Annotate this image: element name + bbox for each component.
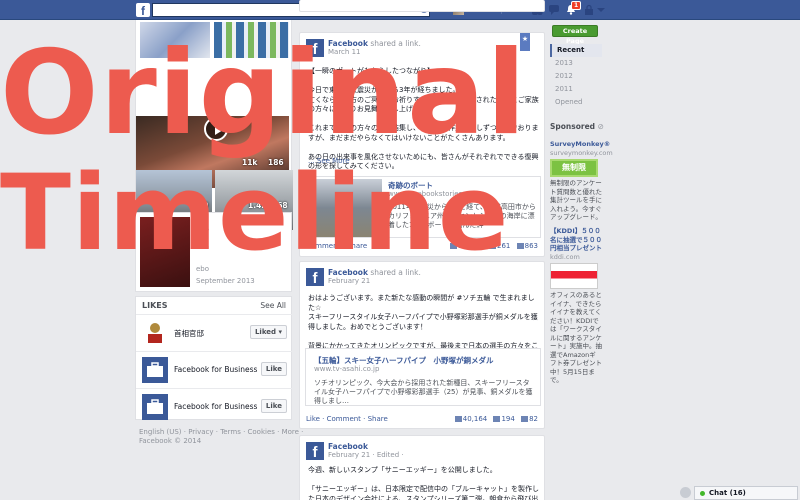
create-page-button[interactable]: Create Page <box>552 25 598 45</box>
ad-choices-icon[interactable]: ⊘ <box>598 122 604 131</box>
see-all-link[interactable]: See All <box>260 301 286 310</box>
post-date[interactable]: February 21 <box>328 277 370 285</box>
comment-count-icon <box>493 416 501 422</box>
comment-count[interactable]: 194 <box>501 415 514 423</box>
ad-title[interactable]: 【KDDI】５００名に抽選で５００円相当プレゼント <box>550 227 602 253</box>
timeline-post: f Facebook February 21 · Edited · 今週、新しい… <box>299 435 545 500</box>
ad-image[interactable] <box>550 263 598 289</box>
settings-arrow-icon[interactable] <box>595 4 607 15</box>
post-partial <box>299 0 545 12</box>
sponsored-label: Sponsored <box>550 122 596 131</box>
year-item-recent[interactable]: Recent <box>550 44 602 57</box>
privacy-lock-icon[interactable] <box>583 4 595 15</box>
share-count[interactable]: 82 <box>529 415 538 423</box>
briefcase-icon[interactable] <box>142 394 168 420</box>
post-date[interactable]: February 21 · Edited · <box>328 451 404 459</box>
post-counts: 40,164 194 82 <box>451 415 538 423</box>
notification-badge[interactable]: 1 <box>571 1 582 10</box>
share-count-icon <box>521 416 529 422</box>
page-name[interactable]: Facebook for Business <box>174 402 257 411</box>
overlay-title-timeline: Timeline <box>0 152 510 274</box>
page-name[interactable]: Facebook for Business <box>174 365 257 374</box>
post-actions[interactable]: Like · Comment · Share <box>306 415 388 423</box>
liked-page-row: Facebook for Business Like <box>136 388 293 424</box>
footer-links: English (US) · Privacy · Terms · Cookies… <box>139 428 303 446</box>
briefcase-icon[interactable] <box>142 357 168 383</box>
likes-heading: LIKES <box>142 301 168 310</box>
liked-page-row: 首相官邸 Liked ▾ <box>136 314 293 350</box>
year-item-2012[interactable]: 2012 <box>550 70 602 83</box>
post-text: 今週、新しいスタンプ「サニーエッギー」を公開しました。 「サニーエッギー」は、日… <box>308 466 539 500</box>
chat-settings-icon[interactable] <box>680 487 691 498</box>
like-count[interactable]: 40,164 <box>463 415 488 423</box>
messages-icon[interactable] <box>548 4 560 15</box>
year-item-2013[interactable]: 2013 <box>550 57 602 70</box>
like-button[interactable]: Like <box>260 362 287 376</box>
ad-domain: kddi.com <box>550 252 580 261</box>
chat-bar[interactable]: Chat (16) <box>694 486 798 500</box>
ad-text: 無制限のアンケート質問数と優れた集計ツールを手に入れよう。今すぐアップグレード。 <box>550 179 602 221</box>
facebook-avatar-icon[interactable]: f <box>306 442 324 460</box>
like-button[interactable]: Like <box>260 399 287 413</box>
share-count[interactable]: 863 <box>525 242 538 250</box>
year-item-opened[interactable]: Opened <box>550 96 602 109</box>
link-description: ソチオリンピック、今大会から採用された新種目、スキーフリースタイル女子ハーフパイ… <box>314 379 533 405</box>
year-item-2011[interactable]: 2011 <box>550 83 602 96</box>
link-preview[interactable]: 【五輪】スキー女子ハーフパイプ 小野塚が銅メダル www.tv-asahi.co… <box>305 348 541 406</box>
footer-link-line[interactable]: English (US) · Privacy · Terms · Cookies… <box>139 428 303 437</box>
like-count-icon <box>454 416 462 422</box>
people-date: September 2013 <box>196 277 255 285</box>
ad-title[interactable]: SurveyMonkey® <box>550 140 610 149</box>
post-author: Facebook <box>328 442 368 451</box>
ad-domain: surveymonkey.com <box>550 148 613 157</box>
ad-text: オフィスのあるとイイナ、できたらイイナを教えてください！KDDIでは「ワークスタ… <box>550 291 602 384</box>
overlay-title-original: Original <box>0 26 527 161</box>
ad-unit[interactable]: SurveyMonkey® surveymonkey.com 無制限 無制限のア… <box>550 140 613 222</box>
facebook-logo-icon[interactable]: f <box>136 3 150 18</box>
chat-label[interactable]: Chat (16) <box>709 489 746 497</box>
timeline-post: f Facebook shared a link. February 21 おは… <box>299 261 545 429</box>
kantei-seal-icon[interactable] <box>142 320 168 346</box>
page-name[interactable]: 首相官邸 <box>174 328 204 339</box>
link-domain: www.tv-asahi.co.jp <box>314 365 380 373</box>
sponsored-heading: Sponsored ⊘ <box>550 122 604 131</box>
online-status-icon <box>700 491 705 496</box>
author-link[interactable]: Facebook <box>328 442 368 451</box>
ad-image[interactable]: 無制限 <box>550 159 598 177</box>
share-count-icon <box>516 243 524 249</box>
timeline-year-nav: Recent 2013 2012 2011 Opened <box>550 44 602 109</box>
copyright: Facebook © 2014 <box>139 437 202 445</box>
liked-button[interactable]: Liked ▾ <box>249 325 287 339</box>
ad-unit[interactable]: 【KDDI】５００名に抽選で５００円相当プレゼント kddi.com オフィスの… <box>550 227 602 385</box>
likes-card: LIKES See All 首相官邸 Liked ▾ Facebook for … <box>135 296 293 420</box>
liked-page-row: Facebook for Business Like <box>136 351 293 387</box>
